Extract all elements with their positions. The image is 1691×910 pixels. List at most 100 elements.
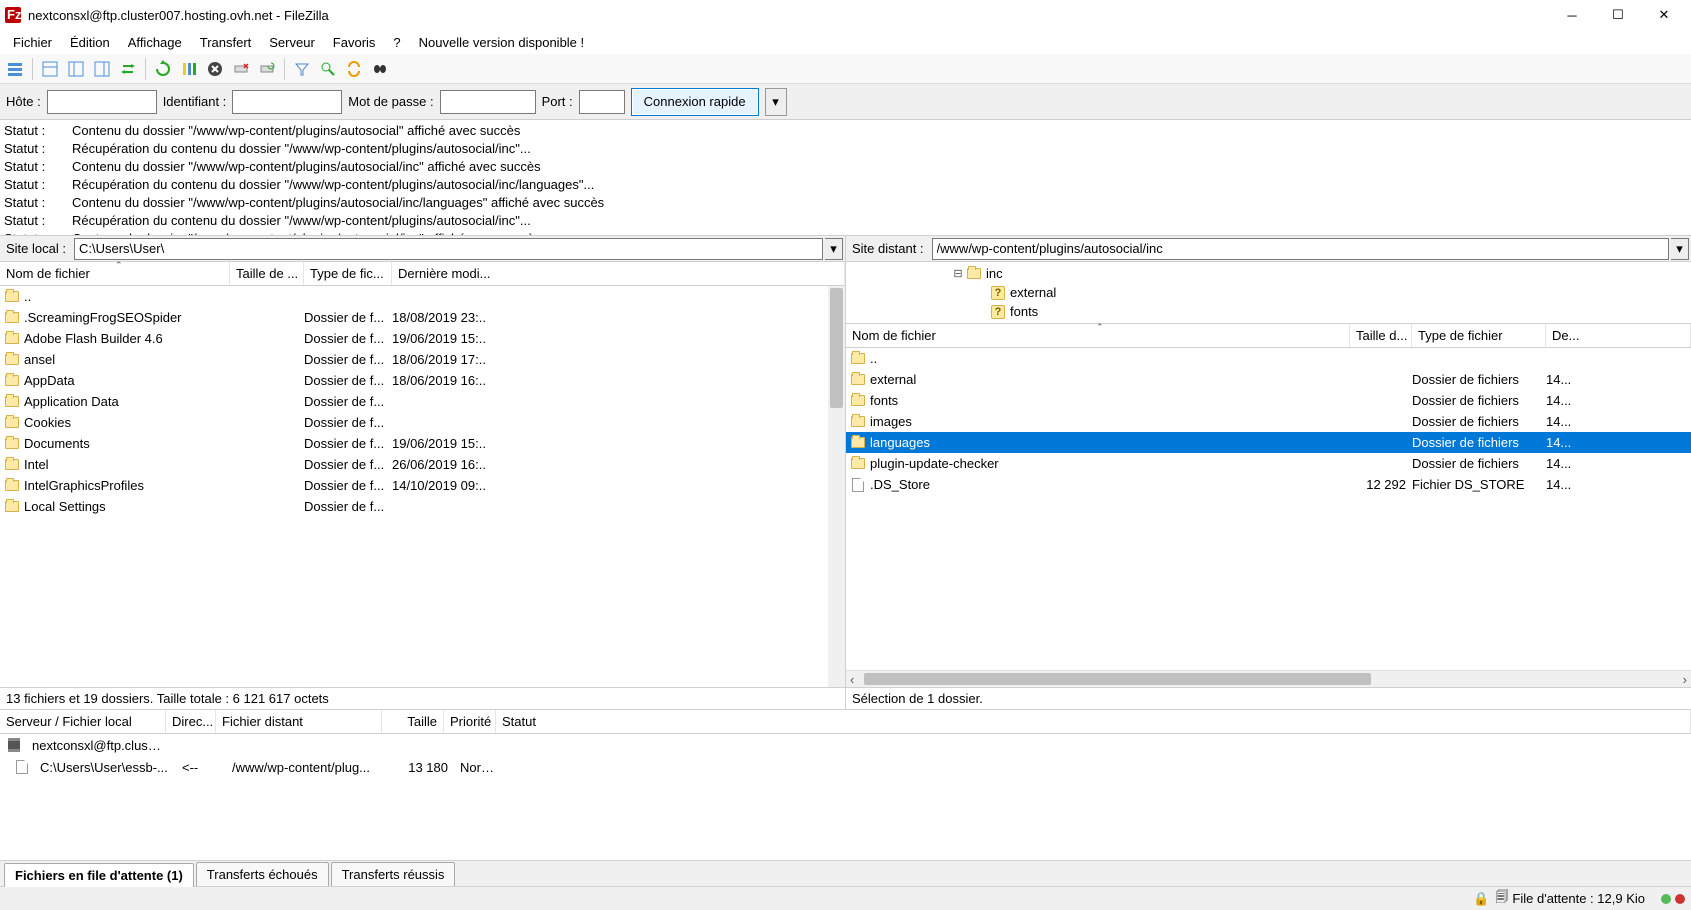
- remote-path-input[interactable]: [932, 238, 1669, 260]
- svg-text:Fz: Fz: [7, 7, 22, 22]
- list-item[interactable]: Adobe Flash Builder 4.6Dossier de f...19…: [0, 328, 845, 349]
- list-item[interactable]: plugin-update-checkerDossier de fichiers…: [846, 453, 1691, 474]
- list-item[interactable]: IntelGraphicsProfilesDossier de f...14/1…: [0, 475, 845, 496]
- log-line: Statut :Contenu du dossier "/www/wp-cont…: [4, 158, 1687, 176]
- toggle-log-icon[interactable]: [38, 57, 62, 81]
- maximize-button[interactable]: ☐: [1595, 0, 1641, 30]
- menu-serveur[interactable]: Serveur: [260, 33, 324, 52]
- remote-pane: Site distant : ▾ ⊟inc?external?fonts Nom…: [845, 236, 1691, 709]
- filter-icon[interactable]: [290, 57, 314, 81]
- list-item[interactable]: Local SettingsDossier de f...: [0, 496, 845, 517]
- transfer-queue: Serveur / Fichier local Direc... Fichier…: [0, 710, 1691, 886]
- reconnect-icon[interactable]: [255, 57, 279, 81]
- queue-header[interactable]: Serveur / Fichier local Direc... Fichier…: [0, 710, 1691, 734]
- queue-list[interactable]: nextconsxl@ftp.cluste...C:\Users\User\es…: [0, 734, 1691, 860]
- menu-affichage[interactable]: Affichage: [119, 33, 191, 52]
- queue-tabs: Fichiers en file d'attente (1) Transfert…: [0, 860, 1691, 886]
- list-item[interactable]: anselDossier de f...18/06/2019 17:..: [0, 349, 845, 370]
- tree-item[interactable]: ⊟inc: [848, 264, 1689, 283]
- menu-transfert[interactable]: Transfert: [191, 33, 261, 52]
- local-path-label: Site local :: [0, 241, 72, 256]
- quickconnect-dropdown[interactable]: ▾: [765, 88, 787, 116]
- user-input[interactable]: [232, 90, 342, 114]
- port-input[interactable]: [579, 90, 625, 114]
- remote-status: Sélection de 1 dossier.: [846, 687, 1691, 709]
- refresh-icon[interactable]: [151, 57, 175, 81]
- user-label: Identifiant :: [163, 94, 227, 109]
- close-button[interactable]: ✕: [1641, 0, 1687, 30]
- tree-item[interactable]: ?external: [848, 283, 1689, 302]
- toggle-local-tree-icon[interactable]: [64, 57, 88, 81]
- list-item[interactable]: fontsDossier de fichiers14...: [846, 390, 1691, 411]
- queue-item[interactable]: nextconsxl@ftp.cluste...: [0, 734, 1691, 756]
- app-logo-icon: Fz: [4, 6, 22, 24]
- host-label: Hôte :: [6, 94, 41, 109]
- toggle-queue-icon[interactable]: [116, 57, 140, 81]
- window-title: nextconsxl@ftp.cluster007.hosting.ovh.ne…: [28, 8, 1549, 23]
- list-item[interactable]: IntelDossier de f...26/06/2019 16:..: [0, 454, 845, 475]
- remote-hscrollbar[interactable]: [846, 670, 1691, 687]
- toggle-remote-tree-icon[interactable]: [90, 57, 114, 81]
- activity-led-send-icon: [1675, 894, 1685, 904]
- local-file-list[interactable]: ...ScreamingFrogSEOSpiderDossier de f...…: [0, 286, 845, 687]
- log-pane[interactable]: Statut :Contenu du dossier "/www/wp-cont…: [0, 120, 1691, 236]
- log-line: Statut :Contenu du dossier "/www/wp-cont…: [4, 194, 1687, 212]
- list-item[interactable]: languagesDossier de fichiers14...: [846, 432, 1691, 453]
- remote-path-dropdown[interactable]: ▾: [1671, 238, 1689, 260]
- list-item[interactable]: Application DataDossier de f...: [0, 391, 845, 412]
- title-bar: Fz nextconsxl@ftp.cluster007.hosting.ovh…: [0, 0, 1691, 30]
- minimize-button[interactable]: ─: [1549, 0, 1595, 30]
- queue-size-label: File d'attente : 12,9 Kio: [1512, 891, 1645, 906]
- toolbar: [0, 54, 1691, 84]
- menu-[interactable]: ?: [384, 33, 409, 52]
- remote-path-label: Site distant :: [846, 241, 930, 256]
- menu-fichier[interactable]: Fichier: [4, 33, 61, 52]
- tab-queued[interactable]: Fichiers en file d'attente (1): [4, 863, 194, 887]
- log-line: Statut :Récupération du contenu du dossi…: [4, 212, 1687, 230]
- local-path-dropdown[interactable]: ▾: [825, 238, 843, 260]
- search-remote-icon[interactable]: [368, 57, 392, 81]
- status-bar: 🔒 🗐 File d'attente : 12,9 Kio: [0, 886, 1691, 910]
- local-scrollbar[interactable]: [828, 286, 845, 687]
- list-item[interactable]: DocumentsDossier de f...19/06/2019 15:..: [0, 433, 845, 454]
- menu-favoris[interactable]: Favoris: [324, 33, 385, 52]
- host-input[interactable]: [47, 90, 157, 114]
- log-line: Statut :Contenu du dossier "/www/wp-cont…: [4, 122, 1687, 140]
- quickconnect-button[interactable]: Connexion rapide: [631, 88, 759, 116]
- local-path-input[interactable]: [74, 238, 823, 260]
- disconnect-icon[interactable]: [229, 57, 253, 81]
- remote-tree[interactable]: ⊟inc?external?fonts: [846, 262, 1691, 324]
- list-item[interactable]: .DS_Store12 292Fichier DS_STORE14...: [846, 474, 1691, 495]
- pass-input[interactable]: [440, 90, 536, 114]
- tab-success[interactable]: Transferts réussis: [331, 862, 456, 886]
- activity-led-recv-icon: [1661, 894, 1671, 904]
- menu-nouvelleversiondisponible[interactable]: Nouvelle version disponible !: [410, 33, 593, 52]
- tab-failed[interactable]: Transferts échoués: [196, 862, 329, 886]
- list-item[interactable]: CookiesDossier de f...: [0, 412, 845, 433]
- menu-bar: FichierÉditionAffichageTransfertServeurF…: [0, 30, 1691, 54]
- process-queue-icon[interactable]: [177, 57, 201, 81]
- site-manager-icon[interactable]: [3, 57, 27, 81]
- queue-item[interactable]: C:\Users\User\essb-...<--/www/wp-content…: [0, 756, 1691, 778]
- pass-label: Mot de passe :: [348, 94, 433, 109]
- cancel-icon[interactable]: [203, 57, 227, 81]
- queue-indicator-icon: 🗐: [1495, 888, 1508, 910]
- remote-file-list[interactable]: ..externalDossier de fichiers14...fontsD…: [846, 348, 1691, 670]
- local-pane: Site local : ▾ Nom de fichier⌃ Taille de…: [0, 236, 845, 709]
- compare-icon[interactable]: [316, 57, 340, 81]
- list-item[interactable]: imagesDossier de fichiers14...: [846, 411, 1691, 432]
- list-item[interactable]: AppDataDossier de f...18/06/2019 16:..: [0, 370, 845, 391]
- list-item[interactable]: ..: [846, 348, 1691, 369]
- quickconnect-bar: Hôte : Identifiant : Mot de passe : Port…: [0, 84, 1691, 120]
- remote-list-header[interactable]: Nom de fichier⌃ Taille d... Type de fich…: [846, 324, 1691, 348]
- list-item[interactable]: ..: [0, 286, 845, 307]
- list-item[interactable]: .ScreamingFrogSEOSpiderDossier de f...18…: [0, 307, 845, 328]
- lock-icon: 🔒: [1473, 891, 1489, 907]
- menu-dition[interactable]: Édition: [61, 33, 119, 52]
- sync-browse-icon[interactable]: [342, 57, 366, 81]
- local-list-header[interactable]: Nom de fichier⌃ Taille de ... Type de fi…: [0, 262, 845, 286]
- log-line: Statut :Récupération du contenu du dossi…: [4, 176, 1687, 194]
- tree-item[interactable]: ?fonts: [848, 302, 1689, 321]
- list-item[interactable]: externalDossier de fichiers14...: [846, 369, 1691, 390]
- port-label: Port :: [542, 94, 573, 109]
